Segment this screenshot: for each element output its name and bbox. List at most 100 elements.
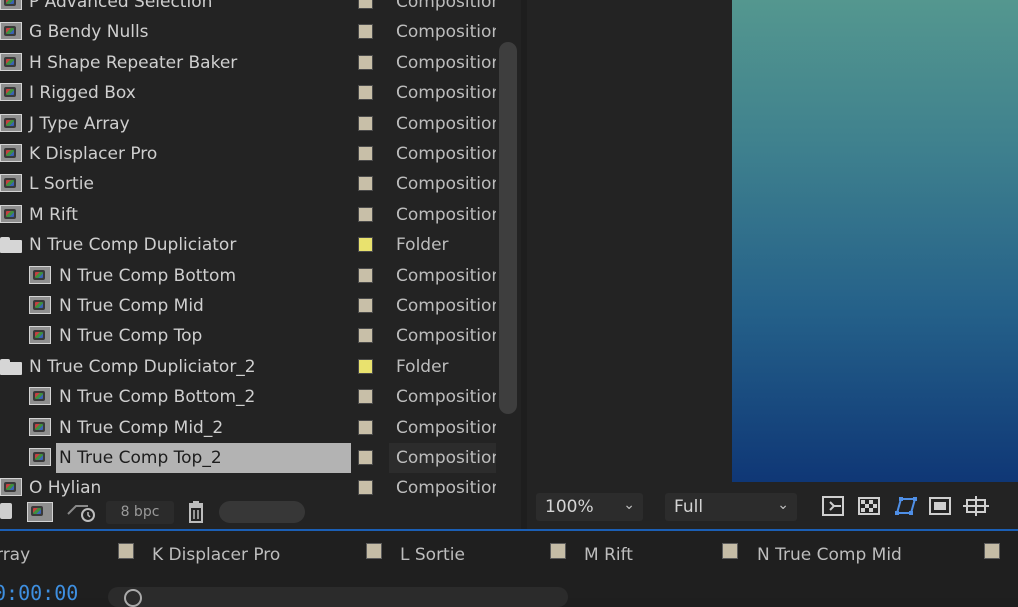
item-name-cell[interactable]: N True Comp Dupliciator — [26, 230, 321, 260]
project-item-list[interactable]: P Advanced Selection Composition G Bendy N… — [0, 0, 496, 498]
project-folder-row[interactable]: N True Comp Dupliciator Folder — [0, 230, 496, 260]
item-name-cell[interactable]: J Type Array — [26, 109, 321, 139]
item-type: Folder — [396, 356, 449, 377]
project-item-row[interactable]: G Bendy Nulls Composition — [0, 17, 496, 47]
folder-icon — [0, 235, 22, 254]
item-name: K Displacer Pro — [29, 144, 158, 164]
label-color-swatch[interactable] — [358, 0, 373, 9]
project-search-field[interactable] — [219, 501, 305, 523]
snapshot-icon[interactable] — [821, 495, 847, 517]
label-color-swatch[interactable] — [358, 237, 373, 253]
item-type: Composition — [396, 83, 496, 104]
composition-icon — [0, 0, 22, 10]
transparency-grid-icon[interactable] — [857, 495, 883, 517]
item-type-cell: Composition — [389, 473, 496, 498]
item-name-cell[interactable]: N True Comp Bottom — [56, 261, 351, 291]
item-type: Composition — [396, 417, 496, 438]
item-name-cell[interactable]: G Bendy Nulls — [26, 17, 321, 47]
composition-icon — [29, 448, 51, 466]
new-composition-icon[interactable] — [27, 502, 53, 522]
item-name-cell[interactable]: N True Comp Top — [56, 321, 351, 351]
timeline-tab-label[interactable]: M Rift — [584, 545, 633, 565]
tab-label-swatch — [366, 543, 382, 559]
item-name: O Hylian — [29, 478, 102, 498]
item-name-cell[interactable]: L Sortie — [26, 169, 321, 199]
project-item-row[interactable]: H Shape Repeater Baker Composition — [0, 48, 496, 78]
item-type-cell: Folder — [389, 230, 496, 260]
item-name-cell[interactable]: K Displacer Pro — [26, 139, 321, 169]
item-name-cell[interactable]: O Hylian — [26, 473, 321, 498]
item-name-cell[interactable]: N True Comp Top_2 — [56, 443, 351, 473]
project-item-row[interactable]: I Rigged Box Composition — [0, 78, 496, 108]
project-item-row[interactable]: P Advanced Selection Composition — [0, 0, 496, 17]
trash-icon[interactable] — [186, 501, 206, 523]
label-color-swatch[interactable] — [358, 24, 373, 40]
project-item-row[interactable]: N True Comp Mid Composition — [0, 291, 496, 321]
timeline-tab-label[interactable]: L Sortie — [400, 545, 465, 565]
item-name-cell[interactable]: N True Comp Mid_2 — [56, 413, 351, 443]
timeline-tab-label[interactable]: rray — [0, 545, 30, 565]
project-item-row[interactable]: M Rift Composition — [0, 200, 496, 230]
project-folder-row[interactable]: N True Comp Dupliciator_2 Folder — [0, 352, 496, 382]
label-color-swatch[interactable] — [358, 146, 373, 161]
project-item-row[interactable]: L Sortie Composition — [0, 169, 496, 199]
timeline-search-field[interactable] — [108, 587, 568, 607]
project-list-scrollbar[interactable] — [499, 42, 517, 414]
item-name: N True Comp Bottom — [59, 265, 237, 286]
timeline-tab-label[interactable]: N True Comp Mid — [757, 545, 902, 565]
composition-icon — [0, 478, 22, 497]
region-of-interest-icon[interactable] — [928, 495, 954, 517]
project-item-row[interactable]: N True Comp Top_2 Composition — [0, 443, 496, 473]
composition-icon — [29, 326, 51, 345]
project-item-row[interactable]: K Displacer Pro Composition — [0, 139, 496, 169]
item-name-cell[interactable]: N True Comp Mid — [56, 291, 351, 321]
item-name-cell[interactable]: N True Comp Bottom_2 — [56, 382, 351, 412]
label-color-swatch[interactable] — [358, 176, 373, 192]
project-color-depth-button[interactable]: 8 bpc — [106, 501, 174, 524]
item-name-cell[interactable]: H Shape Repeater Baker — [26, 48, 321, 78]
label-color-swatch[interactable] — [358, 298, 373, 313]
item-name: H Shape Repeater Baker — [29, 52, 238, 73]
label-color-swatch[interactable] — [358, 85, 373, 101]
composition-canvas[interactable] — [732, 0, 1018, 482]
resolution-dropdown[interactable]: Full ⌄ — [665, 493, 797, 521]
timeline-tab-label[interactable]: K Displacer Pro — [152, 545, 280, 565]
label-color-swatch[interactable] — [358, 115, 373, 131]
project-item-row[interactable]: N True Comp Bottom Composition — [0, 261, 496, 291]
item-name-cell[interactable]: N True Comp Dupliciator_2 — [26, 352, 321, 382]
composition-viewer: 100% ⌄ Full ⌄ — [527, 0, 1018, 529]
label-color-swatch[interactable] — [358, 450, 373, 465]
label-color-swatch[interactable] — [358, 54, 373, 70]
label-color-swatch[interactable] — [358, 206, 373, 222]
flowchart-icon[interactable] — [66, 502, 96, 522]
current-time-display[interactable]: 0:00:00 — [0, 581, 78, 605]
project-item-row[interactable]: O Hylian Composition — [0, 473, 496, 498]
project-item-row[interactable]: N True Comp Bottom_2 Composition — [0, 382, 496, 412]
composition-icon — [0, 83, 22, 102]
item-name-cell[interactable]: I Rigged Box — [26, 78, 321, 108]
mask-path-icon[interactable] — [893, 495, 919, 517]
item-type: Composition — [396, 113, 496, 134]
label-color-swatch[interactable] — [358, 480, 373, 496]
item-type: Composition — [396, 204, 496, 225]
tab-label-swatch — [118, 543, 134, 559]
label-color-swatch[interactable] — [358, 328, 373, 344]
composition-icon — [0, 52, 22, 71]
item-type: Composition — [396, 296, 496, 316]
project-item-row[interactable]: N True Comp Top Composition — [0, 321, 496, 351]
label-color-swatch[interactable] — [358, 419, 373, 435]
project-item-row[interactable]: J Type Array Composition — [0, 109, 496, 139]
label-color-swatch[interactable] — [358, 358, 373, 374]
guides-icon[interactable] — [963, 495, 989, 517]
interpret-footage-icon[interactable] — [0, 503, 12, 519]
item-name-cell[interactable]: P Advanced Selection — [26, 0, 321, 17]
item-name-cell[interactable]: M Rift — [26, 200, 321, 230]
item-type-cell: Composition — [389, 413, 496, 443]
label-color-swatch[interactable] — [358, 267, 373, 283]
project-item-row[interactable]: N True Comp Mid_2 Composition — [0, 413, 496, 443]
label-color-swatch[interactable] — [358, 389, 373, 405]
item-type-cell: Composition — [389, 139, 496, 169]
item-name: N True Comp Dupliciator — [29, 235, 237, 256]
magnification-dropdown[interactable]: 100% ⌄ — [536, 493, 643, 521]
search-icon — [124, 589, 142, 607]
